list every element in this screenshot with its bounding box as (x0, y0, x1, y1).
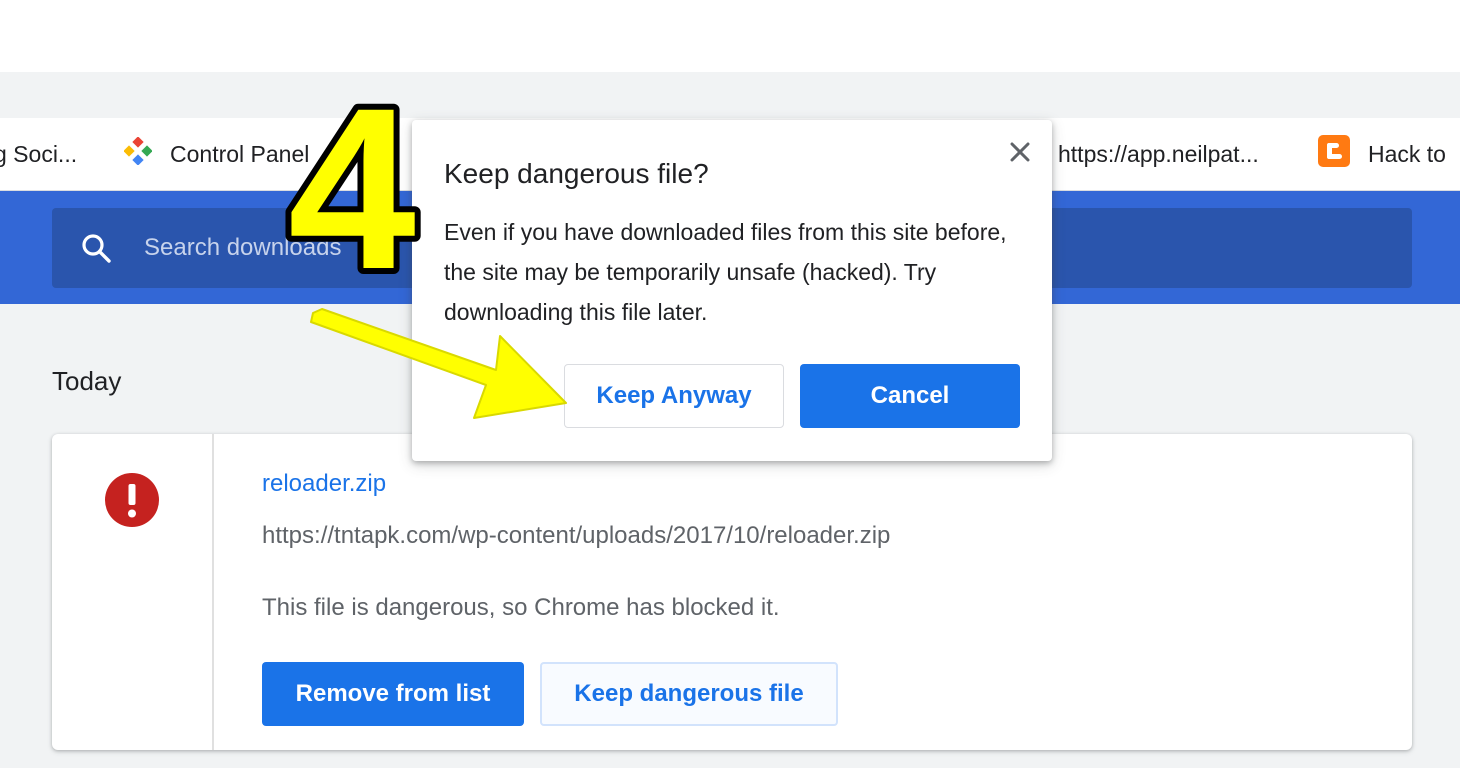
bookmark-social[interactable]: g Soci... (0, 118, 77, 190)
tab-strip (0, 72, 1460, 118)
keep-dangerous-file-dialog: Keep dangerous file? Even if you have do… (412, 120, 1052, 461)
bookmark-label: https://app.neilpat... (1058, 140, 1259, 167)
remove-from-list-button[interactable]: Remove from list (262, 662, 524, 726)
bookmark-label: g Soci... (0, 140, 78, 167)
bookmark-control-panel[interactable]: Control Panel (123, 118, 310, 190)
card-divider (212, 434, 214, 750)
window-top-area (0, 0, 1460, 72)
search-icon[interactable] (80, 232, 112, 264)
control-panel-icon (123, 136, 153, 171)
date-heading: Today (52, 366, 122, 396)
blogger-icon (1318, 135, 1350, 173)
dialog-title: Keep dangerous file? (444, 158, 709, 189)
file-name-link[interactable]: reloader.zip (262, 470, 386, 498)
cancel-button[interactable]: Cancel (800, 364, 1020, 428)
bookmark-label: Hack to (1368, 140, 1446, 167)
dialog-body: Even if you have downloaded files from t… (444, 219, 1007, 325)
file-status-text: This file is dangerous, so Chrome has bl… (262, 594, 780, 621)
download-item-card: reloader.zip https://tntapk.com/wp-conte… (52, 434, 1412, 750)
danger-icon (105, 473, 159, 527)
keep-anyway-button[interactable]: Keep Anyway (564, 364, 784, 428)
file-url: https://tntapk.com/wp-content/uploads/20… (262, 522, 891, 549)
close-icon[interactable] (1004, 136, 1036, 168)
bookmark-neilpatel[interactable]: https://app.neilpat... (1058, 118, 1259, 190)
bookmark-hack-to[interactable]: Hack to (1318, 118, 1446, 190)
keep-dangerous-file-button[interactable]: Keep dangerous file (540, 662, 838, 726)
bookmark-label: Control Panel (170, 140, 310, 167)
